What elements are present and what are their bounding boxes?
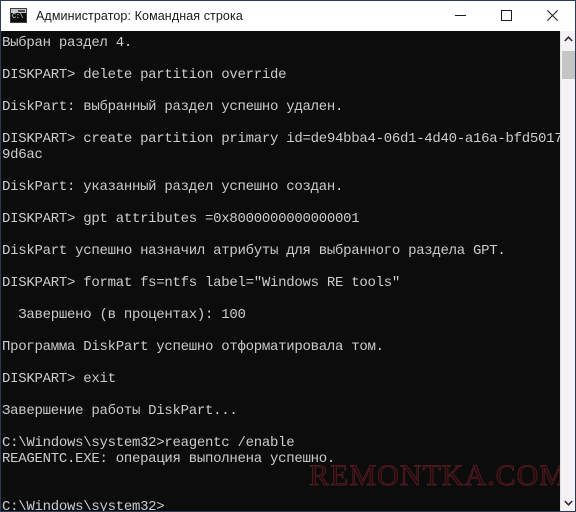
console-output-area[interactable]: Выбран раздел 4. DISKPART> delete partit… <box>1 31 562 511</box>
scrollbar-thumb[interactable] <box>562 51 575 79</box>
scrollbar-up-button[interactable] <box>561 31 575 47</box>
console-text: Выбран раздел 4. DISKPART> delete partit… <box>2 35 562 511</box>
scrollbar-down-button[interactable] <box>561 495 575 511</box>
maximize-button[interactable] <box>483 1 529 31</box>
close-button[interactable] <box>529 1 575 31</box>
chevron-up-icon <box>564 36 573 42</box>
close-icon <box>546 10 558 21</box>
command-prompt-window: C:\ Администратор: Командная строка Выбр… <box>0 0 576 512</box>
console-icon: C:\ <box>10 8 27 23</box>
title-bar[interactable]: C:\ Администратор: Командная строка <box>1 1 575 31</box>
window-controls <box>437 1 575 31</box>
maximize-icon <box>500 10 512 21</box>
minimize-icon <box>454 15 466 16</box>
chevron-down-icon <box>564 500 573 506</box>
console-icon-text: C:\ <box>12 13 24 21</box>
console-scrollbar[interactable] <box>560 31 575 511</box>
minimize-button[interactable] <box>437 1 483 31</box>
window-title: Администратор: Командная строка <box>36 8 243 23</box>
